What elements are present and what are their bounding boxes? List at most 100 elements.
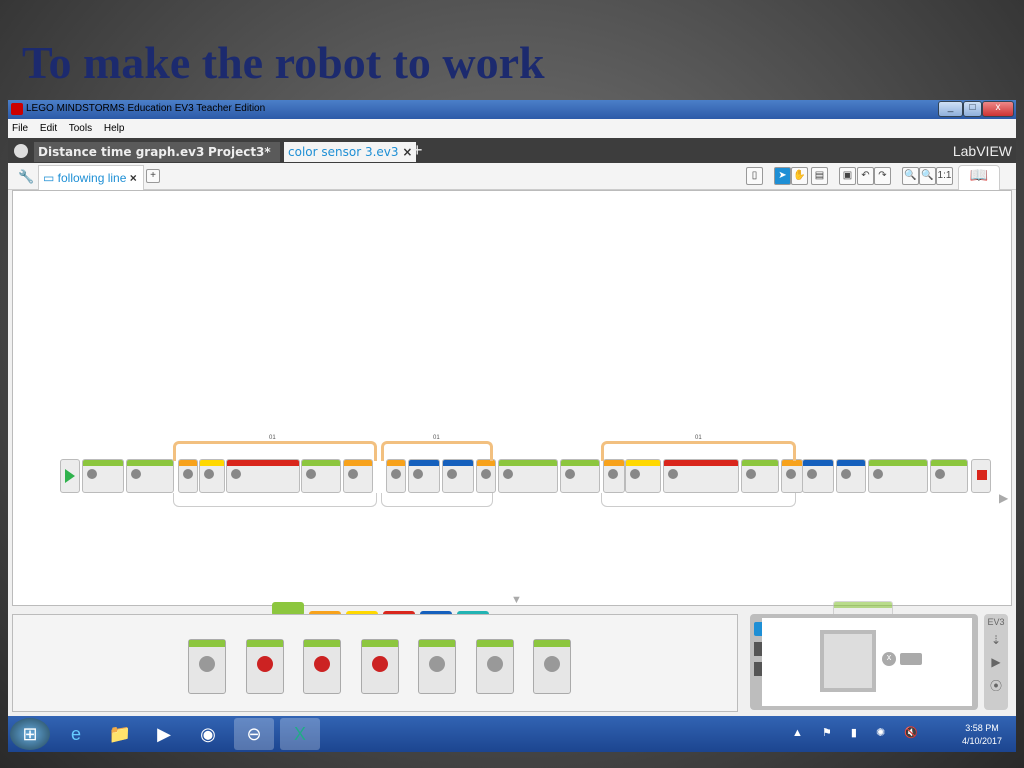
program-block-sensor[interactable] — [199, 459, 225, 493]
zoom-in-icon[interactable]: 🔍 — [919, 167, 936, 185]
pan-tool-icon[interactable]: ✋ — [791, 167, 808, 185]
save-icon[interactable]: ▣ — [839, 167, 856, 185]
palette-action-block[interactable] — [475, 639, 514, 694]
chrome-icon[interactable]: ◉ — [188, 718, 228, 750]
program-block-sensor[interactable] — [625, 459, 661, 493]
menu-help[interactable]: Help — [104, 123, 125, 134]
palette-action-block[interactable] — [533, 639, 571, 694]
clock[interactable]: 3:58 PM 4/10/2017 — [962, 722, 1002, 748]
loop-frame[interactable] — [601, 441, 796, 461]
labview-logo: LabVIEW — [952, 143, 1012, 159]
block-icon — [183, 469, 193, 479]
block-icon — [935, 469, 945, 479]
program-block-action[interactable] — [868, 459, 928, 493]
block-icon — [786, 469, 796, 479]
ev3-label: EV3 — [987, 617, 1005, 627]
palette-action-block[interactable] — [303, 639, 341, 694]
palette-action-block[interactable] — [418, 639, 456, 694]
lobby-icon[interactable] — [14, 144, 28, 158]
run-selected-icon[interactable]: ⦿ — [984, 677, 1008, 694]
program-block-action[interactable] — [126, 459, 174, 493]
scroll-right-arrow-icon[interactable]: ▶ — [999, 491, 1008, 505]
download-icon[interactable]: ⇣ — [984, 633, 1008, 647]
program-block-action[interactable] — [560, 459, 600, 493]
program-block-flow[interactable] — [603, 459, 625, 493]
excel-icon[interactable]: X — [280, 718, 320, 750]
select-tool-icon[interactable]: ➤ — [774, 167, 791, 185]
add-project-button[interactable]: + — [412, 140, 423, 161]
block-icon — [486, 656, 503, 672]
program-block-flow[interactable] — [343, 459, 373, 493]
block-icon — [746, 469, 756, 479]
program-block-data[interactable] — [663, 459, 739, 493]
program-block-action[interactable] — [82, 459, 124, 493]
program-block-action[interactable] — [498, 459, 558, 493]
close-program-icon[interactable]: × — [130, 171, 137, 185]
palette-action-block[interactable] — [245, 639, 284, 694]
start-button-icon[interactable]: ⊞ — [10, 718, 50, 750]
undo-icon[interactable]: ↶ — [857, 167, 874, 185]
block-icon — [481, 469, 491, 479]
program-block-advanced[interactable] — [408, 459, 440, 493]
add-program-button[interactable]: + — [146, 169, 160, 183]
palette-toggle-icon[interactable]: ▼ — [511, 594, 522, 606]
tab-label: Distance time graph.ev3* — [38, 145, 211, 159]
program-block-action[interactable] — [741, 459, 779, 493]
ev3-app-window: LEGO MINDSTORMS Education EV3 Teacher Ed… — [8, 100, 1016, 752]
menu-file[interactable]: File — [12, 123, 28, 134]
tab-color-sensor-3[interactable]: color sensor 3.ev3 × — [284, 142, 417, 162]
menu-tools[interactable]: Tools — [69, 123, 92, 134]
block-icon — [391, 469, 401, 479]
program-block-action[interactable] — [930, 459, 968, 493]
close-button[interactable]: x — [982, 101, 1014, 117]
tab-distance-time-graph[interactable]: Distance time graph.ev3* × — [34, 142, 229, 162]
zoom-out-icon[interactable]: 🔍 — [902, 167, 919, 185]
ev3-app-taskbar-icon[interactable]: ⊖ — [234, 718, 274, 750]
app-logo-icon — [11, 103, 23, 115]
program-block-flow[interactable] — [386, 459, 406, 493]
zoom-reset-button[interactable]: 1:1 — [936, 167, 953, 185]
redo-icon[interactable]: ↷ — [874, 167, 891, 185]
program-block-data[interactable] — [226, 459, 300, 493]
download-run-icon[interactable]: ▶ — [984, 655, 1008, 669]
block-icon — [668, 469, 678, 479]
program-tab-following-line[interactable]: ▭ following line × — [38, 165, 144, 190]
program-block-flow[interactable] — [781, 459, 803, 493]
internet-explorer-icon[interactable]: e — [56, 718, 96, 750]
loop-frame[interactable] — [381, 441, 493, 461]
maximize-button[interactable]: □ — [963, 101, 982, 117]
media-player-icon[interactable]: ▶ — [144, 718, 184, 750]
content-editor-icon[interactable]: ▤ — [811, 167, 828, 185]
program-block-flow[interactable] — [476, 459, 496, 493]
block-icon — [199, 656, 215, 672]
book-icon[interactable]: 📖 — [958, 165, 1000, 193]
loop-frame[interactable] — [173, 441, 377, 461]
loop-label: 01 — [695, 435, 702, 441]
minimize-button[interactable]: _ — [938, 101, 963, 117]
menu-edit[interactable]: Edit — [40, 123, 57, 134]
file-explorer-icon[interactable]: 📁 — [100, 718, 140, 750]
block-icon — [447, 469, 457, 479]
program-block-action[interactable] — [301, 459, 341, 493]
block-icon — [873, 469, 883, 479]
programming-canvas[interactable]: 01 01 01 ▶ ▼ — [12, 190, 1012, 633]
block-icon — [131, 469, 141, 479]
loop-frame-bottom — [381, 493, 493, 507]
program-block-advanced[interactable] — [836, 459, 866, 493]
wrench-icon[interactable]: 🔧 — [18, 169, 34, 185]
program-block-stop[interactable] — [971, 459, 991, 493]
brick-info-view: x — [762, 618, 972, 706]
program-block-flow[interactable] — [178, 459, 198, 493]
tab-project3[interactable]: Project3* — [204, 142, 280, 162]
program-block-advanced[interactable] — [442, 459, 474, 493]
block-icon — [204, 469, 214, 479]
system-tray[interactable]: ▲ ⚑ ▮ ✺ 🔇 — [792, 726, 926, 739]
comment-icon[interactable]: ▯ — [746, 167, 763, 185]
palette-action-block[interactable] — [360, 639, 399, 694]
palette-action-block[interactable] — [188, 639, 226, 694]
slide-title: To make the robot to work — [22, 37, 545, 88]
block-icon — [565, 469, 575, 479]
close-tab-icon[interactable]: × — [402, 145, 412, 159]
program-block-advanced[interactable] — [802, 459, 834, 493]
program-block-start[interactable] — [60, 459, 80, 493]
